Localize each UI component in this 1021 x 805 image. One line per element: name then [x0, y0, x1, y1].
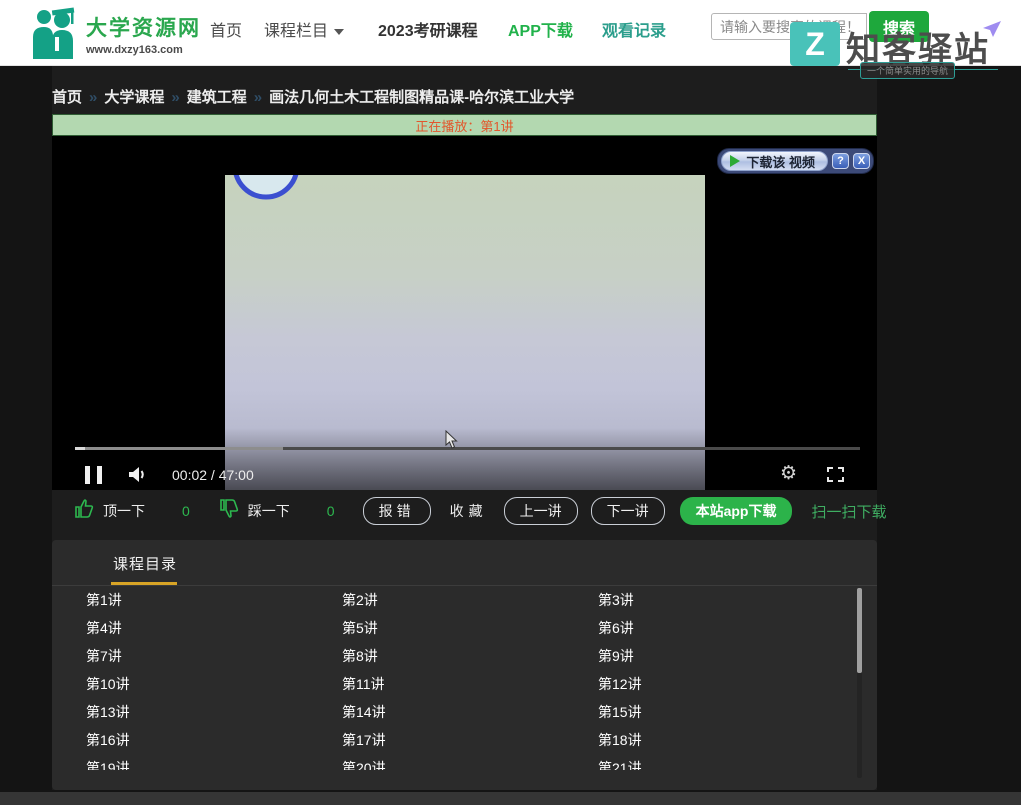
lecture-item[interactable]: 第21讲: [598, 754, 854, 770]
breadcrumb-university-courses[interactable]: 大学课程: [104, 89, 164, 106]
search-input[interactable]: [711, 13, 867, 40]
lecture-item[interactable]: 第8讲: [342, 642, 598, 670]
nav-course-catalog[interactable]: 课程栏目: [264, 17, 344, 41]
dislike-count: 0: [327, 503, 335, 519]
tab-course-catalog[interactable]: 课程目录: [113, 553, 177, 574]
chevron-down-icon: [334, 29, 344, 35]
catalog-scrollbar-thumb[interactable]: [857, 588, 862, 673]
site-logo[interactable]: 大学资源网 www.dxzy163.com: [28, 7, 201, 64]
nav-kaoyan-2023[interactable]: 2023考研课程: [378, 17, 478, 41]
nav-watch-history[interactable]: 观看记录: [602, 17, 666, 41]
download-video-button[interactable]: 下载该 视频: [721, 151, 828, 171]
breadcrumb-separator: »: [171, 89, 179, 106]
breadcrumb-current-course: 画法几何土木工程制图精品课-哈尔滨工业大学: [269, 89, 574, 106]
lecture-item[interactable]: 第3讲: [598, 586, 854, 614]
like-count: 0: [182, 503, 190, 519]
breadcrumb-separator: »: [89, 89, 97, 106]
thumbs-up-icon[interactable]: [74, 499, 94, 523]
now-playing-banner: 正在播放：第1讲: [52, 114, 877, 136]
download-overlay: 下载该 视频 ? X: [717, 148, 874, 174]
favorite-button[interactable]: 收藏: [450, 501, 488, 521]
search-button[interactable]: 搜索: [869, 11, 929, 42]
lecture-list: 第1讲第2讲第3讲第4讲第5讲第6讲第7讲第8讲第9讲第10讲第11讲第12讲第…: [86, 586, 856, 770]
lecture-item[interactable]: 第12讲: [598, 670, 854, 698]
lecture-item[interactable]: 第2讲: [342, 586, 598, 614]
play-icon: [730, 155, 740, 167]
logo-title: 大学资源网: [86, 16, 201, 42]
pause-button[interactable]: [85, 466, 102, 484]
prev-lecture-button[interactable]: 上一讲: [504, 497, 578, 525]
logo-icon: [28, 7, 78, 64]
logo-url: www.dxzy163.com: [86, 44, 201, 56]
lecture-item[interactable]: 第5讲: [342, 614, 598, 642]
time-display: 00:02 / 47:00: [172, 467, 254, 483]
lecture-item[interactable]: 第9讲: [598, 642, 854, 670]
header: 大学资源网 www.dxzy163.com 首页 课程栏目 2023考研课程 A…: [0, 0, 1021, 66]
lecture-item[interactable]: 第1讲: [86, 586, 342, 614]
fullscreen-icon[interactable]: [827, 467, 844, 487]
lecture-item[interactable]: 第20讲: [342, 754, 598, 770]
course-catalog-panel: 课程目录 第1讲第2讲第3讲第4讲第5讲第6讲第7讲第8讲第9讲第10讲第11讲…: [52, 540, 877, 790]
breadcrumb: 首页 » 大学课程 » 建筑工程 » 画法几何土木工程制图精品课-哈尔滨工业大学: [52, 86, 574, 107]
lecture-item[interactable]: 第6讲: [598, 614, 854, 642]
lecture-item[interactable]: 第17讲: [342, 726, 598, 754]
progress-bar[interactable]: [75, 447, 860, 450]
breadcrumb-separator: »: [254, 89, 262, 106]
lecture-item[interactable]: 第7讲: [86, 642, 342, 670]
breadcrumb-home[interactable]: 首页: [52, 89, 82, 106]
video-player[interactable]: 下载该 视频 ? X 00:02 / 47:00 ⚙: [52, 136, 877, 490]
lecture-item[interactable]: 第19讲: [86, 754, 342, 770]
lecture-item[interactable]: 第13讲: [86, 698, 342, 726]
lecture-item[interactable]: 第14讲: [342, 698, 598, 726]
nav-home[interactable]: 首页: [210, 17, 242, 41]
search-box: 搜索: [711, 13, 929, 42]
mouse-cursor: [445, 430, 458, 454]
overlay-close-button[interactable]: X: [853, 153, 870, 169]
lecture-item[interactable]: 第4讲: [86, 614, 342, 642]
overlay-help-button[interactable]: ?: [832, 153, 849, 169]
next-lecture-button[interactable]: 下一讲: [591, 497, 665, 525]
action-bar: 顶一下 0 踩一下 0 报错 收藏 上一讲 下一讲 本站app下载 扫一扫下载: [74, 496, 887, 526]
lecture-item[interactable]: 第16讲: [86, 726, 342, 754]
catalog-scrollbar[interactable]: [857, 588, 862, 778]
gear-icon[interactable]: ⚙: [780, 462, 797, 484]
report-error-button[interactable]: 报错: [363, 497, 431, 525]
lecture-item[interactable]: 第10讲: [86, 670, 342, 698]
logo-text: 大学资源网 www.dxzy163.com: [86, 16, 201, 56]
lecture-item[interactable]: 第11讲: [342, 670, 598, 698]
progress-played: [75, 447, 85, 450]
footer-strip: [0, 792, 1021, 805]
dislike-button[interactable]: 踩一下: [248, 501, 290, 521]
lecture-item[interactable]: 第18讲: [598, 726, 854, 754]
content: 首页 » 大学课程 » 建筑工程 » 画法几何土木工程制图精品课-哈尔滨工业大学 正在播放：…: [52, 66, 877, 790]
volume-icon[interactable]: [128, 466, 148, 488]
progress-buffered: [75, 447, 283, 450]
page: 大学资源网 www.dxzy163.com 首页 课程栏目 2023考研课程 A…: [0, 0, 1021, 805]
breadcrumb-architecture[interactable]: 建筑工程: [187, 89, 247, 106]
university-emblem-icon: [231, 175, 301, 206]
app-download-button[interactable]: 本站app下载: [680, 497, 793, 525]
video-frame: [225, 175, 705, 490]
lecture-item[interactable]: 第15讲: [598, 698, 854, 726]
like-button[interactable]: 顶一下: [103, 501, 145, 521]
scan-download-link[interactable]: 扫一扫下载: [811, 501, 886, 522]
thumbs-down-icon[interactable]: [219, 499, 239, 523]
nav-app-download[interactable]: APP下载: [508, 17, 573, 41]
